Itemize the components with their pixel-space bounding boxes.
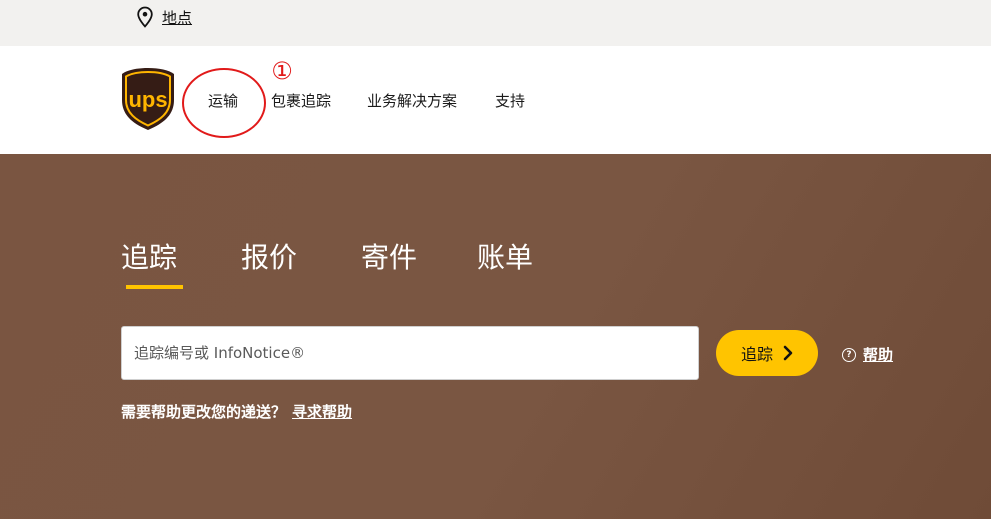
- help-link-group[interactable]: ? 帮助: [842, 344, 893, 365]
- utility-bar: 地点: [0, 0, 991, 46]
- help-circle-icon: ?: [842, 347, 856, 362]
- location-link[interactable]: 地点: [162, 7, 192, 28]
- nav-item-tracking[interactable]: 包裹追踪: [271, 90, 331, 111]
- ups-logo[interactable]: ups: [119, 66, 177, 132]
- delivery-change-text: 需要帮助更改您的递送？: [121, 403, 287, 421]
- hero-panel: 追踪 报价 寄件 账单 追踪 ? 帮助 需要帮助更改您的递送？ 寻求帮助: [0, 154, 991, 519]
- tab-billing[interactable]: 账单: [477, 236, 533, 276]
- nav-item-business-solutions[interactable]: 业务解决方案: [367, 90, 457, 111]
- map-pin-icon: [137, 6, 153, 28]
- track-button-label: 追踪: [740, 345, 773, 364]
- track-button[interactable]: 追踪: [716, 330, 818, 376]
- tab-ship[interactable]: 寄件: [361, 236, 417, 276]
- get-help-link[interactable]: 寻求帮助: [292, 403, 352, 421]
- location-link-group[interactable]: 地点: [136, 6, 192, 28]
- annotation-circle: [182, 68, 266, 138]
- logo-text: ups: [128, 87, 167, 112]
- help-link[interactable]: 帮助: [863, 344, 893, 365]
- nav-item-support[interactable]: 支持: [495, 90, 525, 111]
- annotation-number: ①: [271, 57, 293, 85]
- active-tab-indicator: [126, 285, 183, 289]
- tab-track[interactable]: 追踪: [121, 236, 177, 276]
- delivery-change-note: 需要帮助更改您的递送？ 寻求帮助: [121, 401, 352, 422]
- tab-quote[interactable]: 报价: [241, 236, 297, 276]
- tracking-number-input[interactable]: [121, 326, 699, 380]
- chevron-right-icon: [783, 345, 793, 361]
- main-nav: ups 运输 包裹追踪 业务解决方案 支持: [0, 46, 991, 154]
